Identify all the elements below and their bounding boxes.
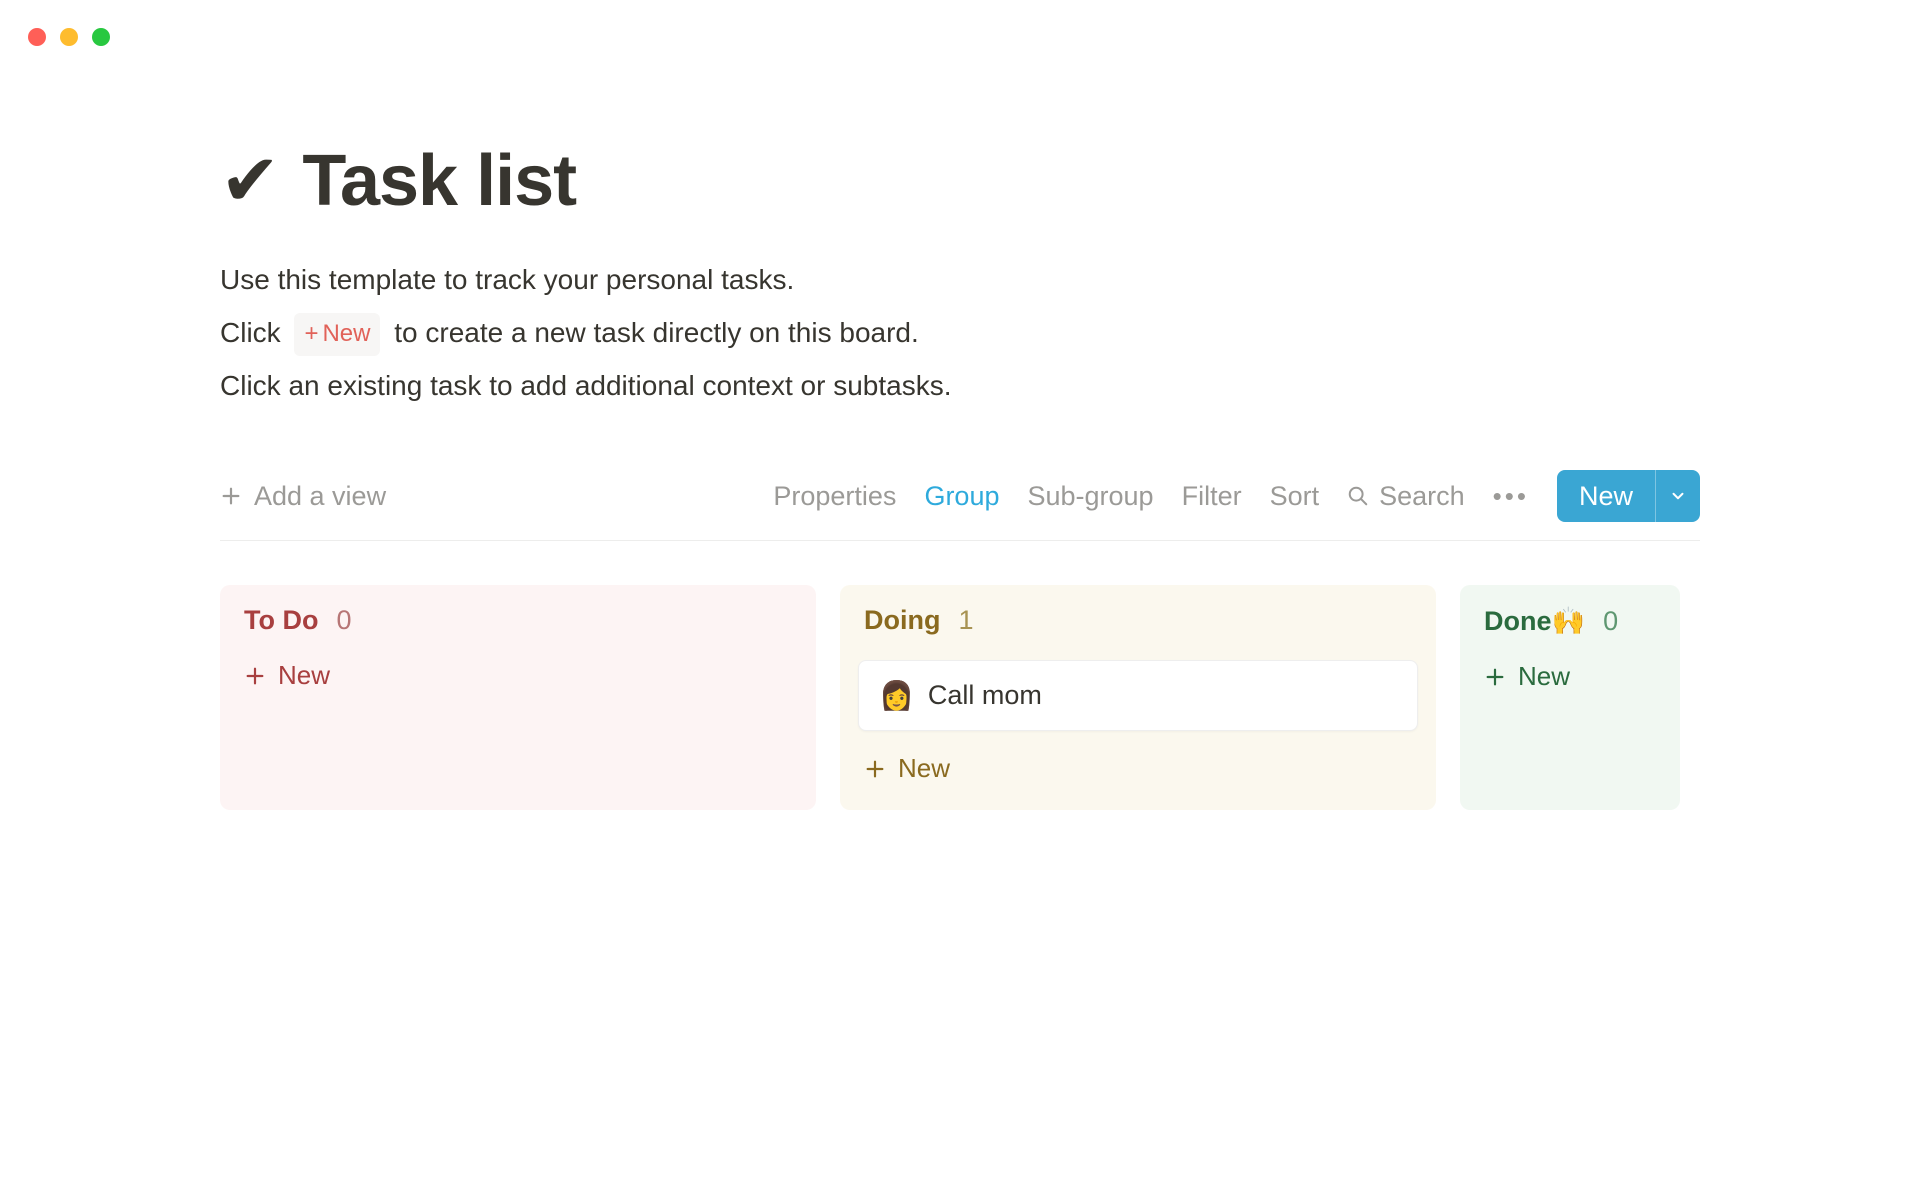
page-description-line1: Use this template to track your personal… [220,258,1700,303]
view-toolbar: Add a view Properties Group Sub-group Fi… [220,470,1700,541]
raised-hands-icon: 🙌 [1552,606,1586,636]
card-emoji-icon: 👩 [879,679,914,712]
plus-icon: + [304,322,318,346]
card-title: Call mom [928,680,1042,711]
column-count: 0 [1603,606,1618,637]
add-view-label: Add a view [254,481,386,512]
page-content: ✔ Task list Use this template to track y… [0,0,1920,810]
column-title: Doing [864,605,940,636]
add-card-doing[interactable]: New [858,753,1418,784]
filter-button[interactable]: Filter [1182,481,1242,512]
column-header-todo[interactable]: To Do 0 [238,605,798,636]
sort-button[interactable]: Sort [1270,481,1320,512]
column-done: Done🙌 0 New [1460,585,1680,810]
description-text: Click [220,317,281,348]
new-button-dropdown[interactable] [1656,470,1700,522]
task-card[interactable]: 👩 Call mom [858,660,1418,731]
properties-button[interactable]: Properties [773,481,896,512]
window-controls [28,28,110,46]
inline-new-pill: + New [294,313,380,355]
kanban-board: To Do 0 New Doing 1 👩 Call mom [220,585,1700,810]
column-header-done[interactable]: Done🙌 0 [1478,605,1662,637]
column-doing: Doing 1 👩 Call mom New [840,585,1436,810]
new-button-label[interactable]: New [1557,470,1656,522]
close-window-icon[interactable] [28,28,46,46]
add-card-done[interactable]: New [1478,661,1662,692]
column-count: 1 [958,605,973,636]
fullscreen-window-icon[interactable] [92,28,110,46]
plus-icon [864,758,886,780]
group-button[interactable]: Group [924,481,999,512]
inline-new-pill-label: New [322,315,370,353]
more-options-button[interactable]: ••• [1493,481,1529,512]
sub-group-button[interactable]: Sub-group [1027,481,1153,512]
column-title: To Do [244,605,318,636]
new-button[interactable]: New [1557,470,1700,522]
column-todo: To Do 0 New [220,585,816,810]
search-label: Search [1379,481,1465,512]
page-description-line2: Click + New to create a new task directl… [220,311,1700,356]
search-button[interactable]: Search [1347,481,1465,512]
add-card-label: New [1518,661,1570,692]
add-card-label: New [898,753,950,784]
page-icon[interactable]: ✔ [220,145,280,217]
search-icon [1347,485,1369,507]
description-text: to create a new task directly on this bo… [394,317,919,348]
page-description-line3: Click an existing task to add additional… [220,364,1700,409]
plus-icon [220,485,242,507]
column-count: 0 [336,605,351,636]
column-header-doing[interactable]: Doing 1 [858,605,1418,636]
column-title: Done🙌 [1484,605,1585,637]
plus-icon [1484,666,1506,688]
plus-icon [244,665,266,687]
add-card-label: New [278,660,330,691]
add-card-todo[interactable]: New [238,660,798,691]
page-title[interactable]: Task list [302,140,576,222]
add-view-button[interactable]: Add a view [220,481,386,512]
minimize-window-icon[interactable] [60,28,78,46]
page-title-row: ✔ Task list [220,140,1700,222]
chevron-down-icon [1669,487,1687,505]
